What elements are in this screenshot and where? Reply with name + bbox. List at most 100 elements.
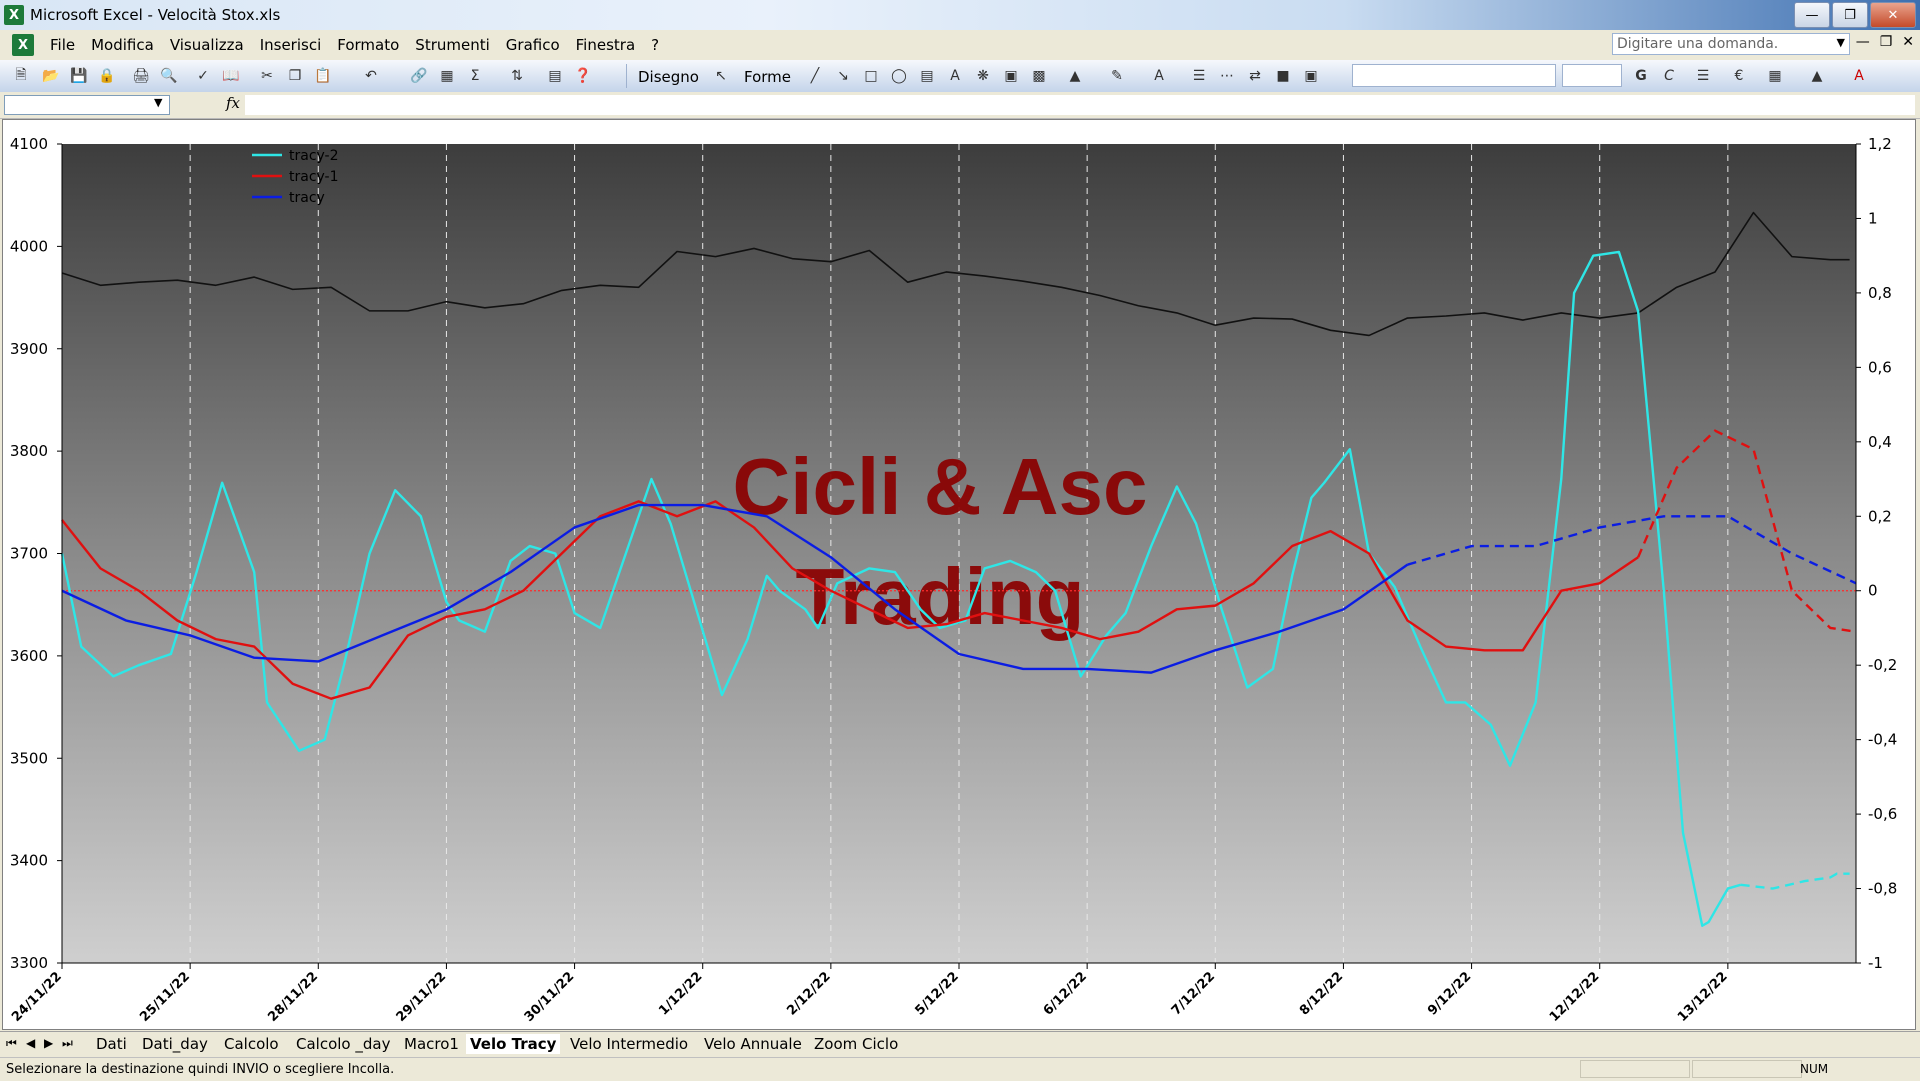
font-name-combo[interactable] — [1352, 64, 1556, 87]
chart-wizard-icon[interactable]: ▦ — [436, 66, 458, 86]
x-tick-label: 9/12/22 — [1425, 969, 1474, 1018]
sort-icon[interactable]: ⇅ — [506, 66, 528, 86]
ask-question-placeholder: Digitare una domanda. — [1617, 36, 1779, 52]
menu-help[interactable]: ? — [643, 36, 667, 54]
bold-icon[interactable]: G — [1630, 66, 1652, 86]
close-button[interactable]: ✕ — [1870, 2, 1916, 28]
tab-calcolo-day[interactable]: Calcolo _day — [292, 1034, 394, 1054]
tab-velo-tracy[interactable]: Velo Tracy — [466, 1034, 561, 1054]
x-tick-label: 12/12/22 — [1547, 969, 1603, 1025]
print-preview-icon[interactable]: 🔍 — [158, 66, 180, 86]
x-tick-label: 13/12/22 — [1675, 969, 1731, 1025]
spelling-icon[interactable]: ✓ — [192, 66, 214, 86]
title-bar: X Microsoft Excel - Velocità Stox.xls — … — [0, 0, 1920, 30]
last-sheet-icon[interactable]: ⏭ — [62, 1036, 73, 1051]
hyperlink-icon[interactable]: 🔗 — [408, 66, 430, 86]
fill-color-icon[interactable]: ▲ — [1064, 66, 1086, 86]
next-sheet-icon[interactable]: ▶ — [44, 1036, 53, 1050]
right-tick-label: 0,8 — [1868, 284, 1892, 302]
arrow-style-icon[interactable]: ⇄ — [1244, 66, 1266, 86]
tab-velo-intermedio[interactable]: Velo Intermedio — [566, 1034, 692, 1054]
arrow-icon[interactable]: ↘ — [832, 66, 854, 86]
oval-icon[interactable]: ◯ — [888, 66, 910, 86]
tab-zoom-ciclo[interactable]: Zoom Ciclo — [810, 1034, 902, 1054]
fx-icon[interactable]: fx — [226, 94, 240, 112]
tab-calcolo[interactable]: Calcolo — [220, 1034, 283, 1054]
chart-svg[interactable]: Cicli & AscTrading 330034003500360037003… — [0, 119, 1920, 1030]
doc-restore-icon[interactable]: ❐ — [1880, 34, 1893, 50]
tab-dati[interactable]: Dati — [92, 1034, 131, 1054]
tab-velo-annuale[interactable]: Velo Annuale — [700, 1034, 806, 1054]
research-icon[interactable]: 📖 — [220, 66, 242, 86]
menu-modifica[interactable]: Modifica — [83, 36, 162, 54]
undo-icon[interactable]: ↶ — [360, 66, 382, 86]
highlight-icon[interactable]: ▲ — [1806, 66, 1828, 86]
line-color-icon[interactable]: ✎ — [1106, 66, 1128, 86]
left-tick-label: 3300 — [10, 954, 48, 972]
left-tick-label: 3500 — [10, 749, 48, 767]
dash-style-icon[interactable]: ⋯ — [1216, 66, 1238, 86]
cut-icon[interactable]: ✂ — [256, 66, 278, 86]
restore-button[interactable]: ❐ — [1832, 2, 1868, 28]
autoshapes-menu[interactable]: Forme — [744, 68, 791, 86]
paste-icon[interactable]: 📋 — [312, 66, 334, 86]
menu-formato[interactable]: Formato — [329, 36, 407, 54]
first-sheet-icon[interactable]: ⏮ — [6, 1036, 17, 1051]
legend-label: tracy-2 — [289, 148, 339, 164]
left-tick-label: 3800 — [10, 442, 48, 460]
line-style-icon[interactable]: ☰ — [1188, 66, 1210, 86]
euro-icon[interactable]: € — [1728, 66, 1750, 86]
rectangle-icon[interactable]: □ — [860, 66, 882, 86]
open-icon[interactable]: 📂 — [40, 66, 62, 86]
menu-strumenti[interactable]: Strumenti — [407, 36, 497, 54]
menu-finestra[interactable]: Finestra — [568, 36, 644, 54]
clipart-icon[interactable]: ▣ — [1000, 66, 1022, 86]
wordart-icon[interactable]: A — [944, 66, 966, 86]
formula-input[interactable] — [245, 95, 1915, 115]
ask-question-input[interactable]: Digitare una domanda. ▼ — [1612, 33, 1850, 55]
shadow-icon[interactable]: ■ — [1272, 66, 1294, 86]
font-size-combo[interactable] — [1562, 64, 1622, 87]
menu-visualizza[interactable]: Visualizza — [162, 36, 252, 54]
minimize-button[interactable]: — — [1794, 2, 1830, 28]
tab-dati-day[interactable]: Dati_day — [138, 1034, 212, 1054]
doc-close-icon[interactable]: ✕ — [1902, 34, 1914, 50]
permission-icon[interactable]: 🔒 — [96, 66, 118, 86]
italic-icon[interactable]: C — [1658, 66, 1680, 86]
copy-icon[interactable]: ❐ — [284, 66, 306, 86]
drawing-menu[interactable]: Disegno — [638, 68, 699, 86]
font-color-icon[interactable]: A — [1148, 66, 1170, 86]
doc-minimize-icon[interactable]: — — [1856, 34, 1870, 50]
textbox-icon[interactable]: ▤ — [916, 66, 938, 86]
picture-icon[interactable]: ▩ — [1028, 66, 1050, 86]
3d-icon[interactable]: ▣ — [1300, 66, 1322, 86]
right-tick-label: 1,2 — [1868, 135, 1892, 153]
watermark-text: Cicli & Asc — [733, 442, 1148, 531]
menu-grafico[interactable]: Grafico — [498, 36, 568, 54]
name-box[interactable] — [4, 95, 170, 115]
autosum-icon[interactable]: Σ — [464, 66, 486, 86]
help-icon[interactable]: ❓ — [572, 66, 594, 86]
borders-icon[interactable]: ▦ — [1764, 66, 1786, 86]
chart-icon[interactable]: ▤ — [544, 66, 566, 86]
text-color-icon[interactable]: A — [1848, 66, 1870, 86]
legend-label: tracy-1 — [289, 169, 339, 185]
right-tick-label: -0,8 — [1868, 880, 1897, 898]
chevron-down-icon[interactable]: ▼ — [1837, 36, 1845, 49]
print-icon[interactable]: 🖨 — [130, 66, 152, 86]
menu-file[interactable]: File — [42, 36, 83, 54]
tab-macro1[interactable]: Macro1 — [400, 1034, 463, 1054]
line-icon[interactable]: ╱ — [804, 66, 826, 86]
save-icon[interactable]: 💾 — [68, 66, 90, 86]
x-tick-label: 6/12/22 — [1041, 969, 1090, 1018]
chevron-down-icon[interactable]: ▼ — [154, 96, 162, 109]
menu-inserisci[interactable]: Inserisci — [252, 36, 330, 54]
workbook-icon[interactable]: X — [12, 34, 34, 56]
select-objects-icon[interactable]: ↖ — [710, 66, 732, 86]
right-tick-label: -0,6 — [1868, 805, 1897, 823]
prev-sheet-icon[interactable]: ◀ — [26, 1036, 35, 1050]
new-icon[interactable]: 🗎 — [10, 66, 32, 86]
align-center-icon[interactable]: ☰ — [1692, 66, 1714, 86]
diagram-icon[interactable]: ❋ — [972, 66, 994, 86]
num-lock-indicator: NUM — [1800, 1062, 1829, 1076]
